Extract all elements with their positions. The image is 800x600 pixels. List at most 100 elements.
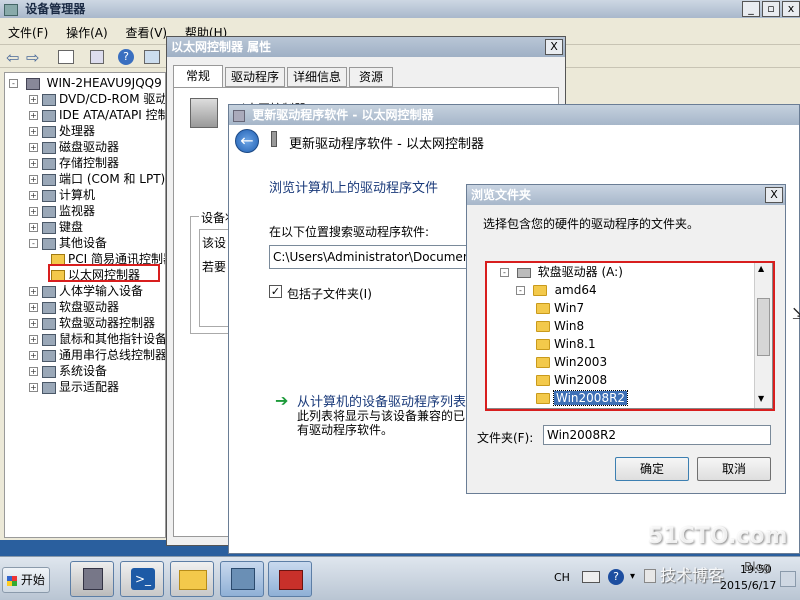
forward-arrow-icon[interactable]: ⇨ <box>26 48 39 67</box>
back-button-icon[interactable]: ← <box>235 129 259 153</box>
expand-icon[interactable]: + <box>29 287 38 296</box>
expand-icon[interactable]: + <box>29 95 38 104</box>
search-path-input[interactable]: C:\Users\Administrator\Documen <box>269 245 469 269</box>
tab-resources[interactable]: 资源 <box>349 67 393 87</box>
language-indicator[interactable]: CH <box>554 571 570 584</box>
scroll-up-arrow-icon[interactable]: ▲ <box>758 264 764 273</box>
tree-item[interactable]: + 存储控制器 <box>29 155 119 171</box>
folder-item[interactable]: Win2003 <box>536 354 607 370</box>
browse-titlebar[interactable]: 浏览文件夹 <box>467 185 785 205</box>
properties-titlebar[interactable]: 以太网控制器 属性 <box>167 37 565 57</box>
browse-close-button[interactable]: X <box>765 187 783 203</box>
folder-item[interactable]: Win2008R2 <box>536 390 629 406</box>
expand-icon[interactable]: + <box>29 175 38 184</box>
keyboard-icon[interactable] <box>582 571 600 583</box>
cancel-button[interactable]: 取消 <box>697 457 771 481</box>
tab-details[interactable]: 详细信息 <box>287 67 347 87</box>
expand-icon[interactable]: + <box>29 111 38 120</box>
show-desktop-button[interactable] <box>780 571 796 587</box>
drive-a-item[interactable]: - 软盘驱动器 (A:) <box>500 264 623 280</box>
expand-icon[interactable]: + <box>29 191 38 200</box>
tree-item[interactable]: + 软盘驱动器 <box>29 299 119 315</box>
device-manager-task[interactable] <box>220 561 264 597</box>
expand-icon[interactable]: + <box>29 351 38 360</box>
tree-item-label: 软盘驱动器 <box>59 300 120 314</box>
folder-item[interactable]: Win2008 <box>536 372 607 388</box>
tree-item[interactable]: + DVD/CD-ROM 驱动器 <box>29 91 165 107</box>
tree-view-icon[interactable] <box>58 50 74 64</box>
explorer-task[interactable] <box>170 561 214 597</box>
help-tray-icon[interactable]: ? <box>608 569 624 585</box>
folder-item-label: Win8.1 <box>554 337 596 351</box>
scroll-thumb[interactable] <box>757 298 770 356</box>
folder-item[interactable]: Win8.1 <box>536 336 596 352</box>
restore-button[interactable]: ▫ <box>762 1 780 17</box>
device-category-icon <box>42 333 56 346</box>
tree-item[interactable]: + 鼠标和其他指针设备 <box>29 331 165 347</box>
folder-item[interactable]: Win8 <box>536 318 584 334</box>
update-titlebar[interactable]: 更新驱动程序软件 - 以太网控制器 <box>229 105 799 125</box>
minimize-button[interactable]: _ <box>742 1 760 17</box>
expand-icon[interactable]: + <box>29 383 38 392</box>
include-subfolders-checkbox[interactable]: ✓ <box>269 285 282 298</box>
folder-field-input[interactable]: Win2008R2 <box>543 425 771 445</box>
expand-icon[interactable]: + <box>29 319 38 328</box>
device-manager-titlebar[interactable]: 设备管理器 <box>0 0 800 18</box>
help-icon[interactable]: ? <box>118 49 134 65</box>
back-arrow-icon[interactable]: ⇦ <box>6 48 19 67</box>
tree-item[interactable]: - 其他设备 <box>29 235 107 251</box>
expand-icon[interactable]: + <box>29 223 38 232</box>
tree-root[interactable]: - WIN-2HEAVU9JQQ9 <box>9 75 162 91</box>
collapse-icon[interactable]: - <box>516 286 525 295</box>
properties-close-button[interactable]: X <box>545 39 563 55</box>
amd64-folder-item[interactable]: - amd64 <box>516 282 597 298</box>
tree-item[interactable]: + 监视器 <box>29 203 95 219</box>
expand-icon[interactable]: + <box>29 335 38 344</box>
browse-title: 浏览文件夹 <box>471 188 532 202</box>
tree-item[interactable]: + 显示适配器 <box>29 379 119 395</box>
device-category-icon <box>42 349 56 362</box>
tree-item[interactable]: + 软盘驱动器控制器 <box>29 315 155 331</box>
tray-flag-icon[interactable] <box>644 569 656 583</box>
collapse-icon[interactable]: - <box>29 239 38 248</box>
tree-item[interactable]: + 键盘 <box>29 219 83 235</box>
server-manager-task[interactable] <box>70 561 114 597</box>
menu-view[interactable]: 查看(V) <box>126 26 168 40</box>
tab-driver[interactable]: 驱动程序 <box>225 67 285 87</box>
expand-icon[interactable]: + <box>29 303 38 312</box>
scroll-down-arrow-icon[interactable]: ▼ <box>758 394 764 403</box>
expand-icon[interactable]: + <box>29 159 38 168</box>
expand-icon[interactable]: + <box>29 143 38 152</box>
tree-item[interactable]: + 处理器 <box>29 123 95 139</box>
clock-time[interactable]: 19:50 <box>740 563 772 576</box>
expand-icon[interactable]: + <box>29 207 38 216</box>
folder-tree-scrollbar[interactable]: ▲ ▼ <box>754 262 772 408</box>
ok-button[interactable]: 确定 <box>615 457 689 481</box>
toolbox-task[interactable] <box>268 561 312 597</box>
start-button[interactable]: 开始 <box>2 567 50 593</box>
scan-hardware-icon[interactable] <box>144 50 160 64</box>
menu-action[interactable]: 操作(A) <box>66 26 108 40</box>
clock-date[interactable]: 2015/6/17 <box>720 579 776 592</box>
properties-icon[interactable] <box>90 50 104 64</box>
expand-icon[interactable]: + <box>29 367 38 376</box>
tray-expand-icon[interactable]: ▾ <box>630 571 635 582</box>
collapse-icon[interactable]: - <box>500 268 509 277</box>
tree-item[interactable]: + 人体学输入设备 <box>29 283 143 299</box>
expand-icon[interactable]: + <box>29 127 38 136</box>
tree-item[interactable]: + 计算机 <box>29 187 95 203</box>
tree-item[interactable]: + 通用串行总线控制器 <box>29 347 165 363</box>
tree-item[interactable]: + 系统设备 <box>29 363 107 379</box>
folder-item[interactable]: Win7 <box>536 300 584 316</box>
device-category-icon <box>42 125 56 138</box>
device-category-icon <box>42 285 56 298</box>
tree-item[interactable]: + 端口 (COM 和 LPT) <box>29 171 165 187</box>
powershell-task[interactable]: >_ <box>120 561 164 597</box>
tree-item[interactable]: + IDE ATA/ATAPI 控制器 <box>29 107 165 123</box>
tab-general[interactable]: 常规 <box>173 65 223 87</box>
device-category-icon <box>42 93 56 106</box>
tree-item[interactable]: + 磁盘驱动器 <box>29 139 119 155</box>
collapse-icon[interactable]: - <box>9 79 18 88</box>
menu-file[interactable]: 文件(F) <box>8 26 48 40</box>
close-button[interactable]: x <box>782 1 800 17</box>
